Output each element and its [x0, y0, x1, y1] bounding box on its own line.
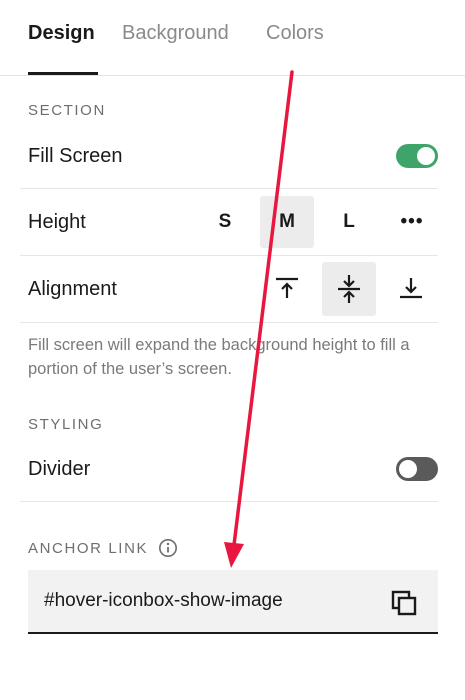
align-bottom-button[interactable]	[386, 262, 436, 314]
divider-label: Divider	[28, 458, 91, 480]
align-center-icon	[338, 275, 360, 303]
align-top-icon	[276, 277, 298, 298]
copy-icon[interactable]	[390, 589, 418, 617]
height-more-options[interactable]: •••	[388, 196, 436, 248]
divider-line	[20, 255, 438, 256]
section-heading: SECTION	[28, 102, 106, 119]
anchor-link-input[interactable]	[44, 590, 374, 612]
toggle-knob	[399, 460, 417, 478]
anchor-link-field[interactable]	[28, 570, 438, 634]
divider-line	[20, 188, 438, 189]
active-tab-indicator	[28, 72, 98, 75]
height-label: Height	[28, 211, 86, 233]
divider-line	[20, 501, 438, 502]
align-center-button[interactable]	[322, 262, 376, 316]
tab-background[interactable]: Background	[122, 22, 229, 45]
tab-design[interactable]: Design	[28, 22, 95, 45]
info-icon[interactable]	[158, 538, 178, 558]
divider-toggle[interactable]	[396, 457, 438, 481]
fill-screen-help-text: Fill screen will expand the background h…	[28, 336, 410, 378]
height-option-l[interactable]: L	[330, 196, 368, 248]
height-option-m[interactable]: M	[260, 196, 314, 248]
styling-heading: STYLING	[28, 416, 104, 433]
toggle-knob	[417, 147, 435, 165]
align-top-button[interactable]	[262, 262, 312, 314]
align-bottom-icon	[400, 278, 422, 299]
tab-colors[interactable]: Colors	[266, 22, 324, 45]
fill-screen-toggle[interactable]	[396, 144, 438, 168]
height-option-s[interactable]: S	[206, 196, 244, 248]
alignment-label: Alignment	[28, 278, 117, 300]
divider-line	[20, 322, 438, 323]
fill-screen-label: Fill Screen	[28, 145, 123, 167]
tab-bar: Design Background Colors	[0, 0, 465, 76]
anchor-link-heading: ANCHOR LINK	[28, 540, 149, 557]
